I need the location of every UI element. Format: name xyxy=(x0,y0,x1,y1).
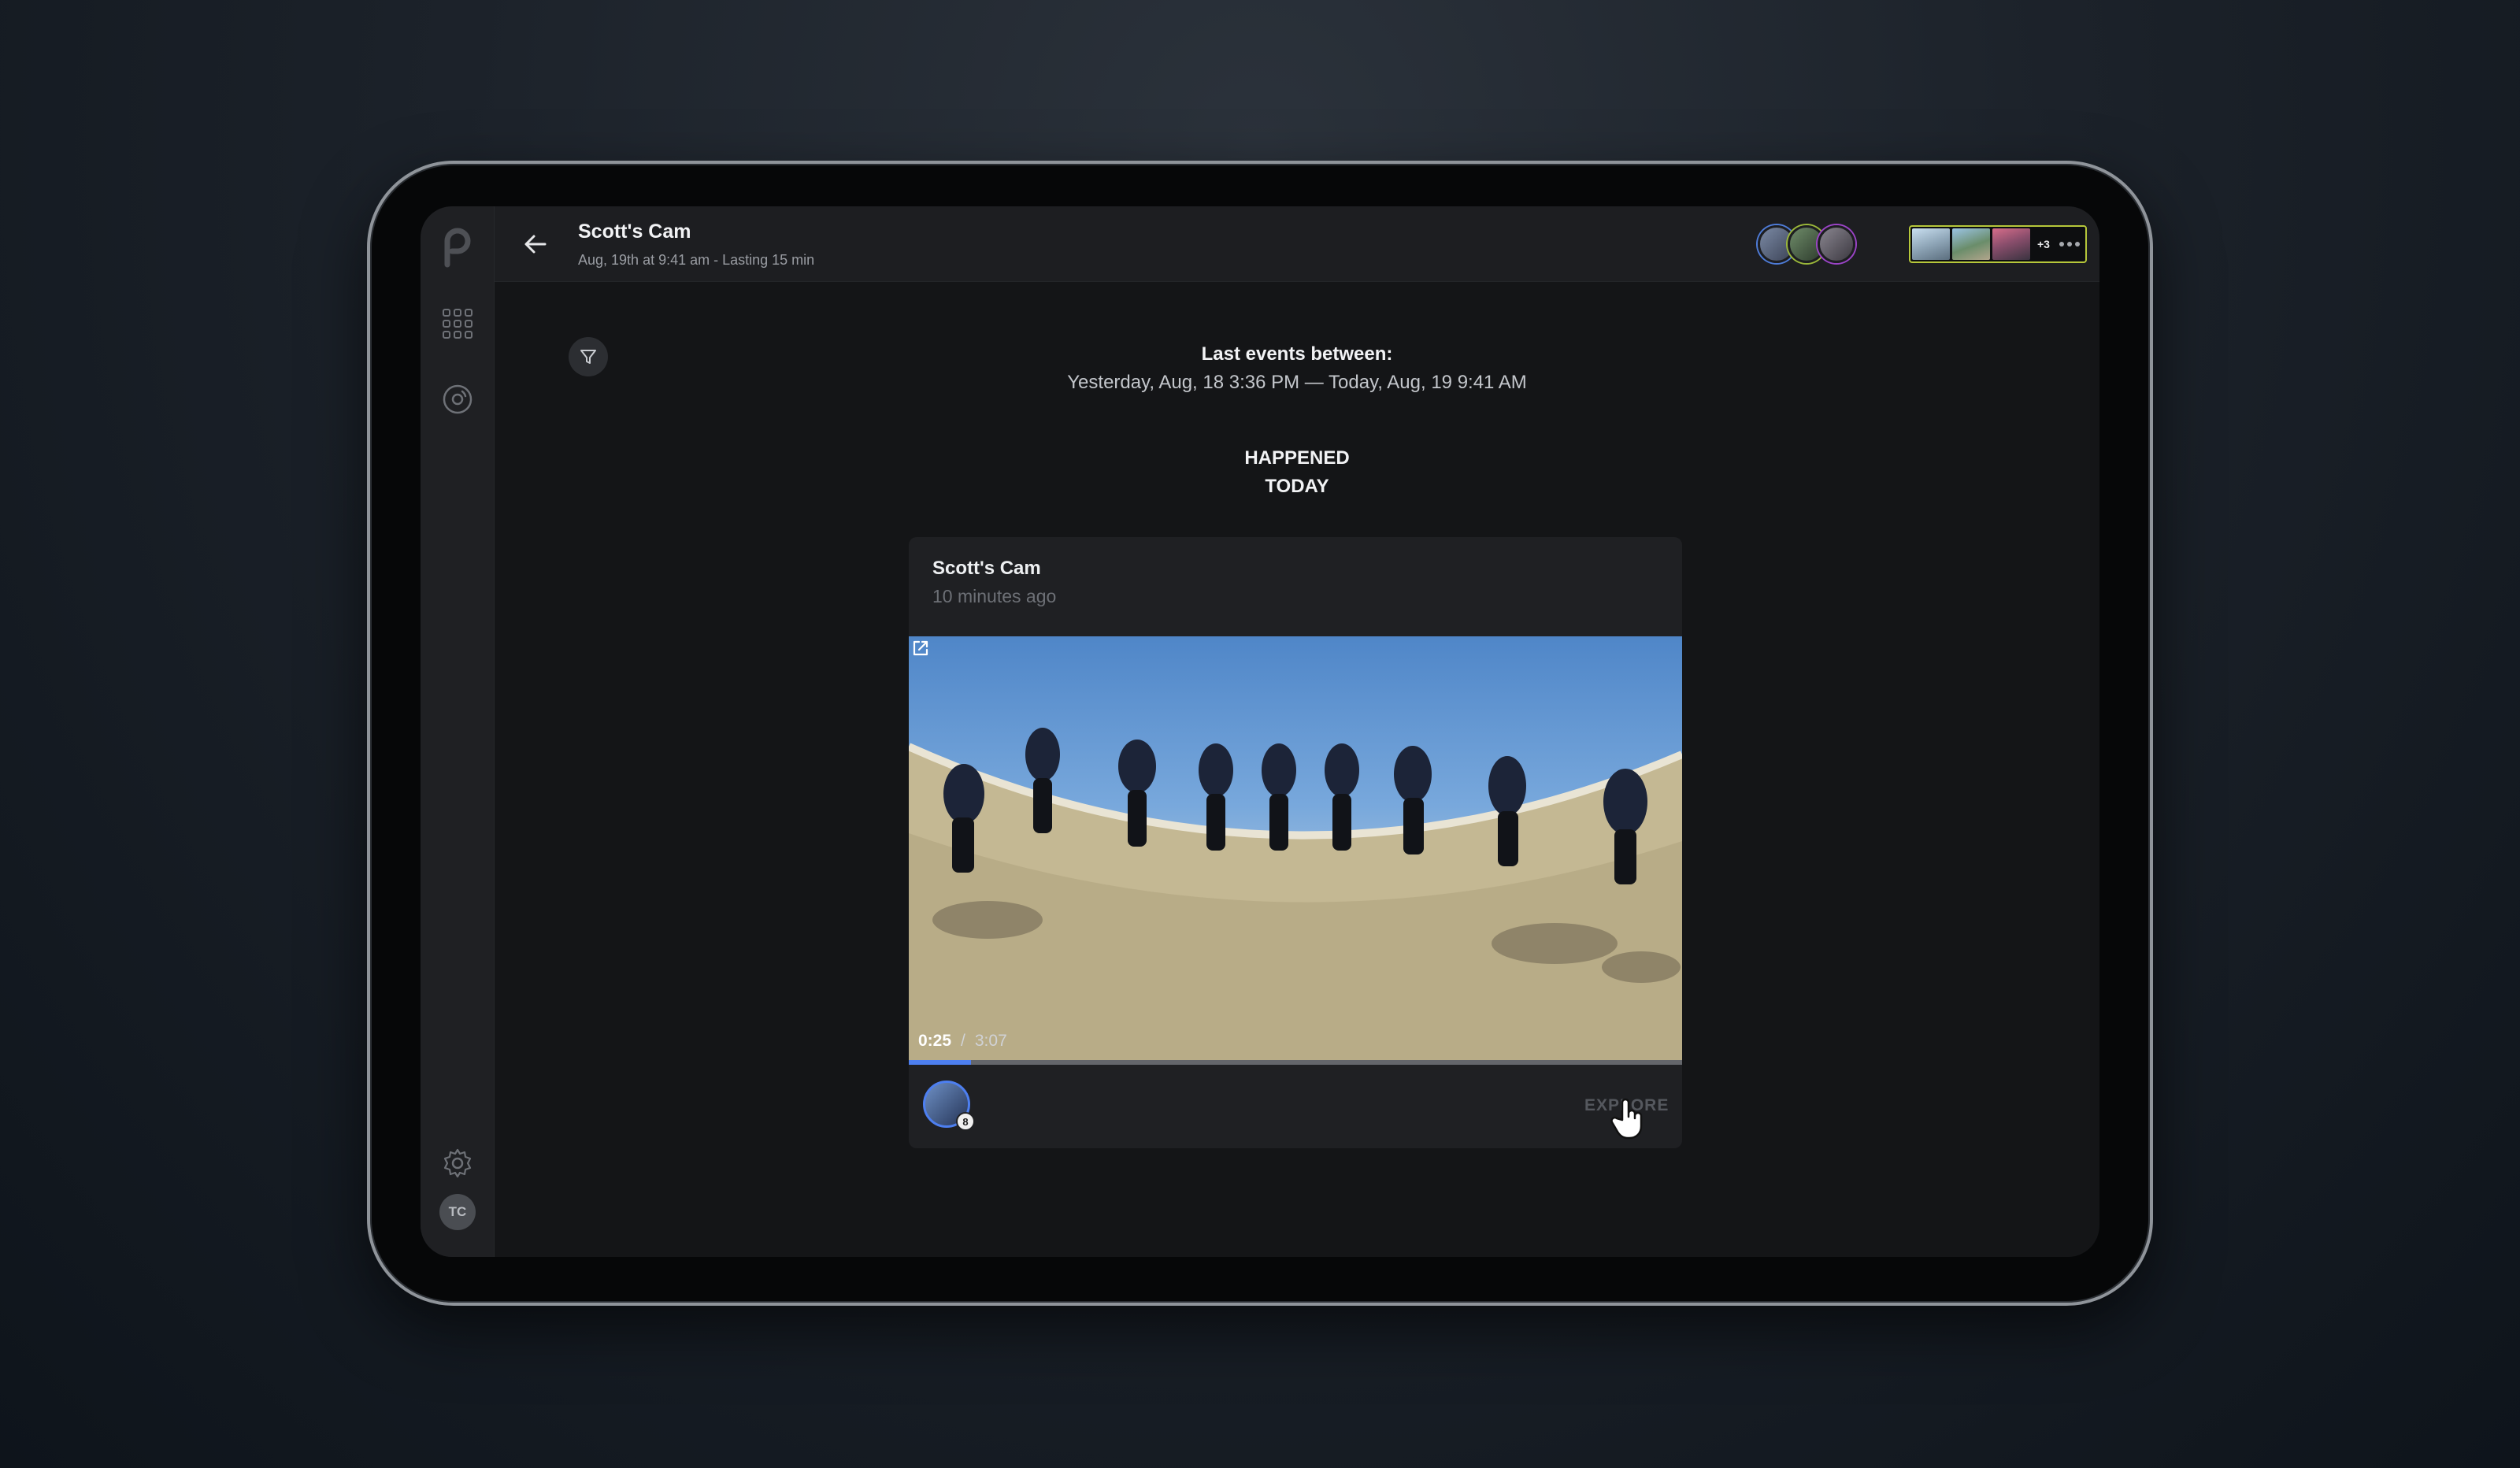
section-heading-line1: HAPPENED xyxy=(1244,447,1350,469)
video-duration: 3:07 xyxy=(974,1032,1007,1050)
video-time: 0:25 / 3:07 xyxy=(918,1032,1007,1051)
camera-thumbnail[interactable] xyxy=(1952,228,1990,260)
video-progress-fill xyxy=(909,1060,971,1065)
avatar[interactable] xyxy=(1818,225,1855,263)
grid-icon[interactable] xyxy=(441,307,474,340)
section-heading-line2: TODAY xyxy=(1265,476,1329,497)
video-player[interactable]: 0:25 / 3:07 xyxy=(909,636,1682,1060)
date-range-title: Last events between: xyxy=(1201,343,1393,365)
video-frame-image xyxy=(909,728,1682,1060)
hand-cursor-icon xyxy=(1610,1098,1643,1140)
top-bar: Scott's Cam Aug, 19th at 9:41 am - Lasti… xyxy=(495,206,2099,282)
app-screen: TC Scott's Cam Aug, 19th at 9:41 am - La… xyxy=(421,206,2099,1257)
p-logo-icon[interactable] xyxy=(439,225,476,269)
ellipsis-icon[interactable] xyxy=(2046,230,2093,258)
camera-thumbnail[interactable] xyxy=(1912,228,1950,260)
video-progress-bar[interactable] xyxy=(909,1060,1682,1065)
video-time-separator: / xyxy=(961,1032,965,1050)
avatar-count-badge: 8 xyxy=(956,1112,975,1131)
event-camera-name: Scott's Cam xyxy=(932,558,1041,579)
external-link-icon[interactable] xyxy=(909,636,932,660)
camera-thumbnail[interactable] xyxy=(1992,228,2030,260)
participant-avatars[interactable] xyxy=(1758,224,1860,265)
event-card[interactable]: Scott's Cam 10 minutes ago 0:25 / 3:07 8 xyxy=(909,537,1682,1148)
arrow-left-icon[interactable] xyxy=(521,230,550,258)
page-subtitle: Aug, 19th at 9:41 am - Lasting 15 min xyxy=(578,252,815,268)
page-title: Scott's Cam xyxy=(578,221,691,243)
user-avatar[interactable]: TC xyxy=(439,1194,476,1230)
date-range-value: Yesterday, Aug, 18 3:36 PM — Today, Aug,… xyxy=(1067,372,1527,393)
section-heading: HAPPENED TODAY xyxy=(421,444,2099,501)
gear-icon[interactable] xyxy=(441,1147,474,1180)
video-current-time: 0:25 xyxy=(918,1032,952,1050)
event-time-ago: 10 minutes ago xyxy=(932,586,1057,606)
